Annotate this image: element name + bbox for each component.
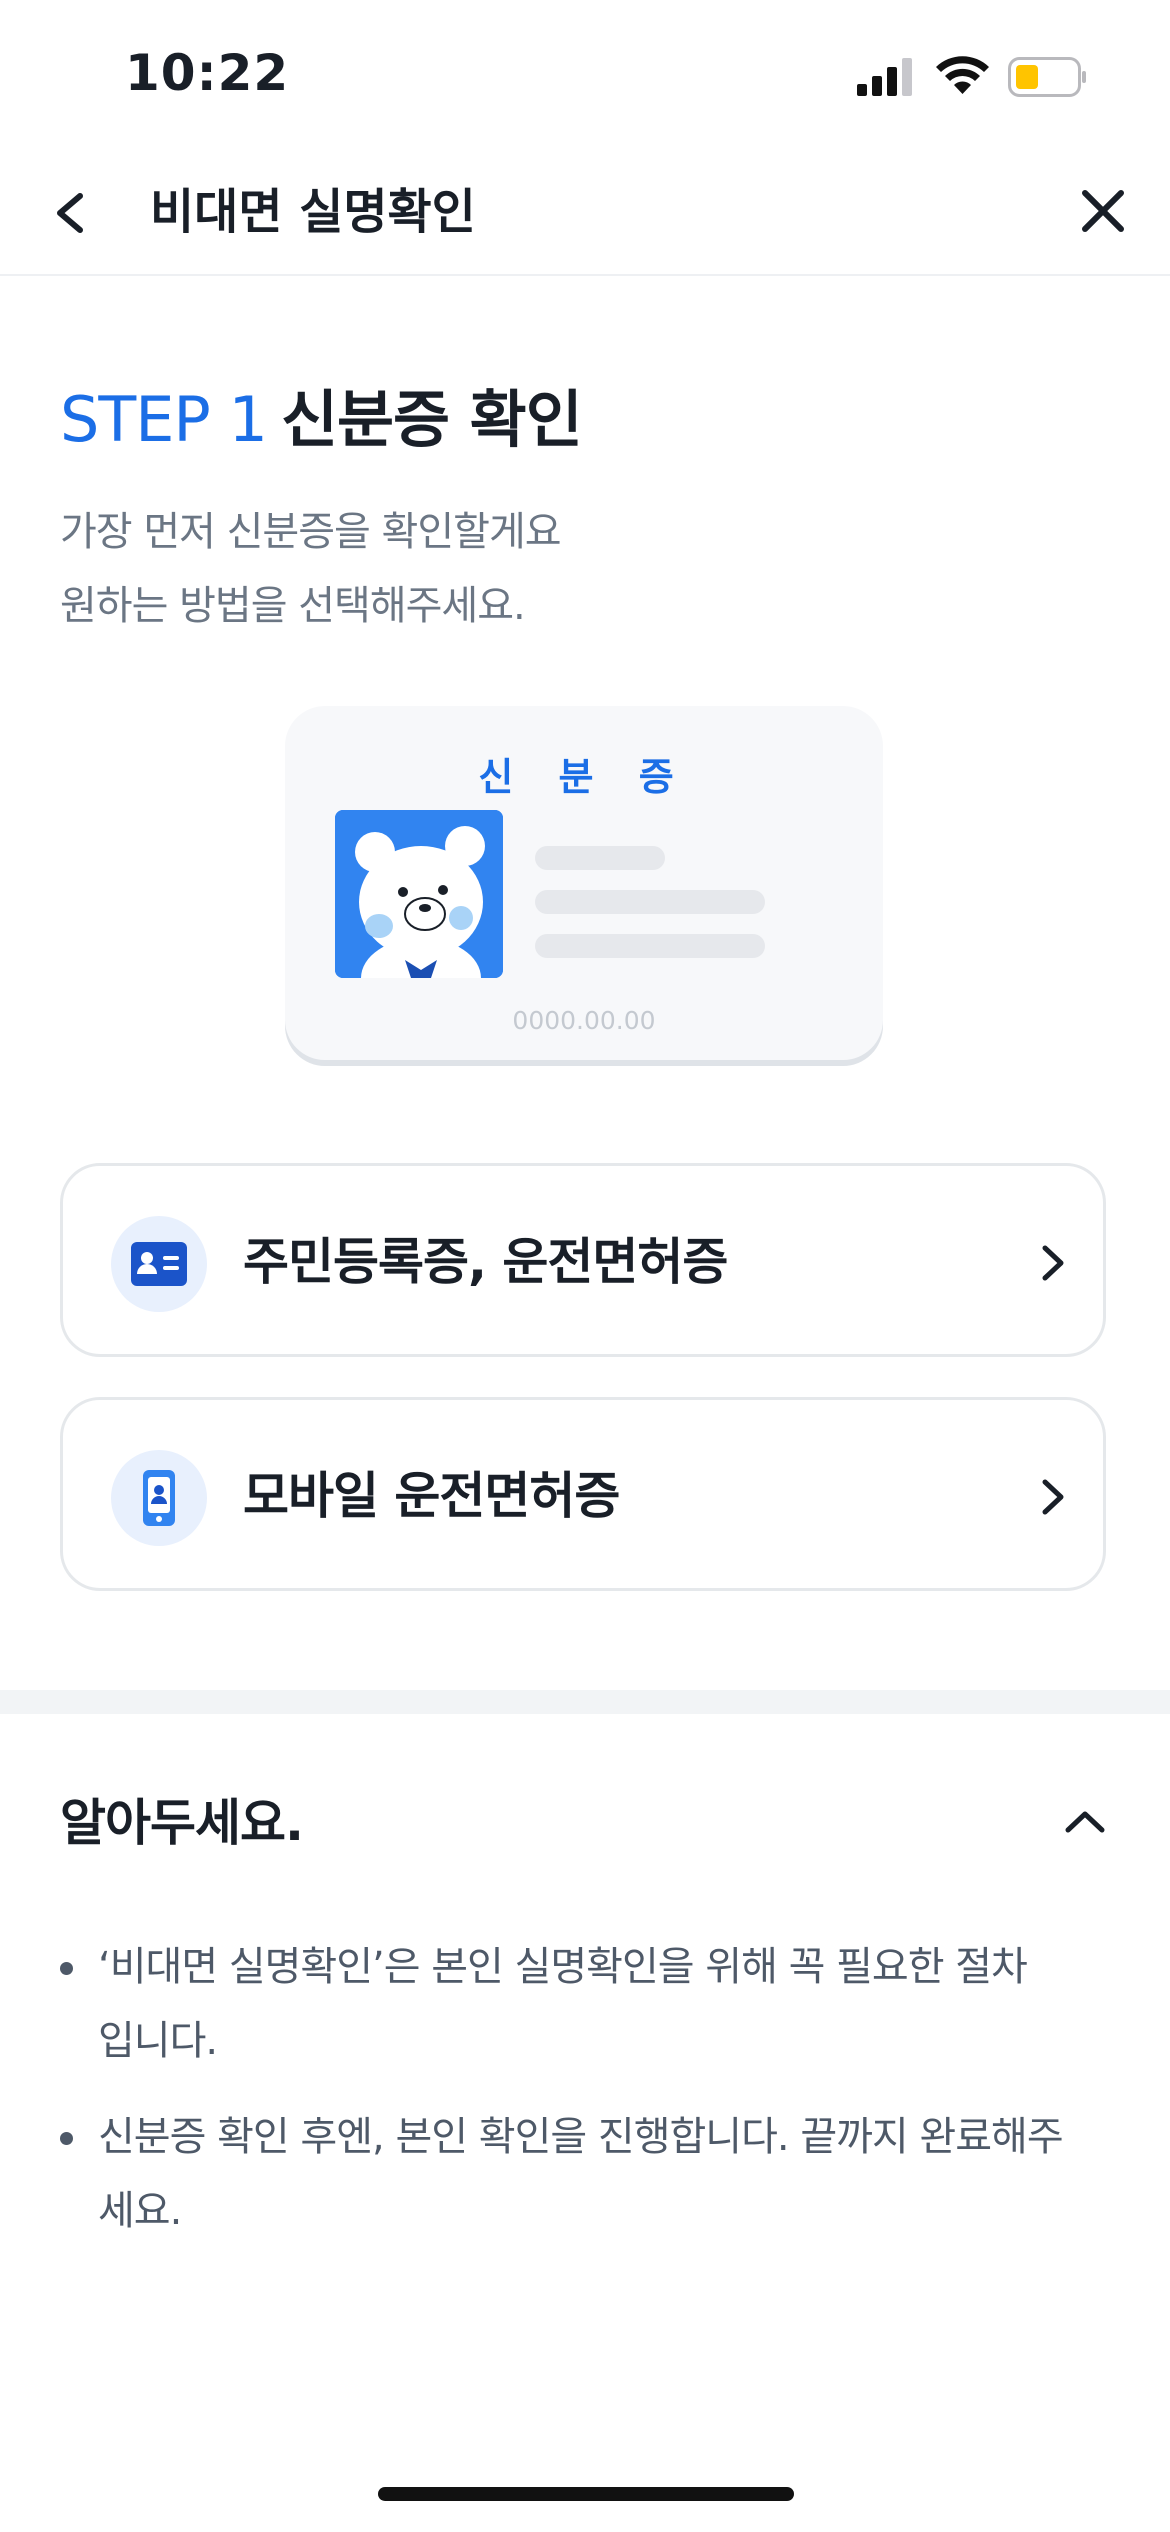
option-resident-or-driver-license[interactable]: 주민등록증, 운전면허증 — [60, 1163, 1106, 1357]
option-icon-background — [111, 1216, 207, 1312]
bullet-dot — [60, 2132, 73, 2145]
notice-bullet: 신분증 확인 후엔, 본인 확인을 진행합니다. 끝까지 완료해주 세요. — [60, 2100, 1120, 2248]
id-card-date: 0000.00.00 — [512, 1006, 656, 1035]
notice-title: 알아두세요. — [60, 1794, 304, 1852]
status-bar: 10:22 — [0, 0, 1170, 150]
bullet-line-1: ‘비대면 실명확인’은 본인 실명확인을 위해 꼭 필요한 절차 — [98, 1944, 1028, 1990]
mobile-license-icon — [143, 1470, 175, 1526]
page-title: 비대면 실명확인 — [150, 184, 476, 240]
wifi-icon — [936, 56, 989, 94]
bullet-dot — [60, 1962, 73, 1975]
notice-bullet: ‘비대면 실명확인’은 본인 실명확인을 위해 꼭 필요한 절차 입니다. — [60, 1930, 1120, 2078]
chevron-right-icon — [1042, 1245, 1064, 1281]
step-title: 신분증 확인 — [280, 383, 583, 456]
id-card-icon — [131, 1242, 187, 1286]
battery-icon — [1008, 57, 1086, 97]
id-card-illustration: 신 분 증 0000.00.00 — [285, 706, 883, 1060]
bullet-line-2: 입니다. — [98, 2018, 218, 2064]
step-description: 가장 먼저 신분증을 확인할게요 원하는 방법을 선택해주세요. — [60, 495, 562, 643]
navigation-bar: 비대면 실명확인 — [0, 150, 1170, 276]
description-line-1: 가장 먼저 신분증을 확인할게요 — [60, 509, 562, 555]
chevron-right-icon — [1042, 1479, 1064, 1515]
step-label: STEP 1 — [60, 383, 268, 456]
back-arrow-icon[interactable] — [40, 178, 100, 248]
home-indicator — [378, 2487, 794, 2501]
bullet-line-1: 신분증 확인 후엔, 본인 확인을 진행합니다. 끝까지 완료해주 — [98, 2114, 1064, 2160]
placeholder-line — [535, 890, 765, 914]
option-mobile-driver-license[interactable]: 모바일 운전면허증 — [60, 1397, 1106, 1591]
step-heading: STEP 1 신분증 확인 — [60, 380, 583, 460]
close-icon[interactable] — [1068, 176, 1138, 246]
id-card-title: 신 분 증 — [478, 755, 690, 799]
bullet-line-2: 세요. — [98, 2188, 182, 2234]
option-label: 주민등록증, 운전면허증 — [243, 1233, 728, 1291]
option-icon-background — [111, 1450, 207, 1546]
status-time: 10:22 — [125, 44, 290, 102]
section-divider — [0, 1690, 1170, 1714]
placeholder-line — [535, 846, 665, 870]
bear-mascot-icon — [335, 810, 503, 978]
placeholder-line — [535, 934, 765, 958]
cellular-signal-icon — [857, 58, 912, 96]
option-label: 모바일 운전면허증 — [243, 1467, 620, 1525]
bear-mascot-photo — [335, 810, 503, 978]
chevron-up-icon[interactable] — [1060, 1798, 1110, 1846]
description-line-2: 원하는 방법을 선택해주세요. — [60, 583, 526, 629]
